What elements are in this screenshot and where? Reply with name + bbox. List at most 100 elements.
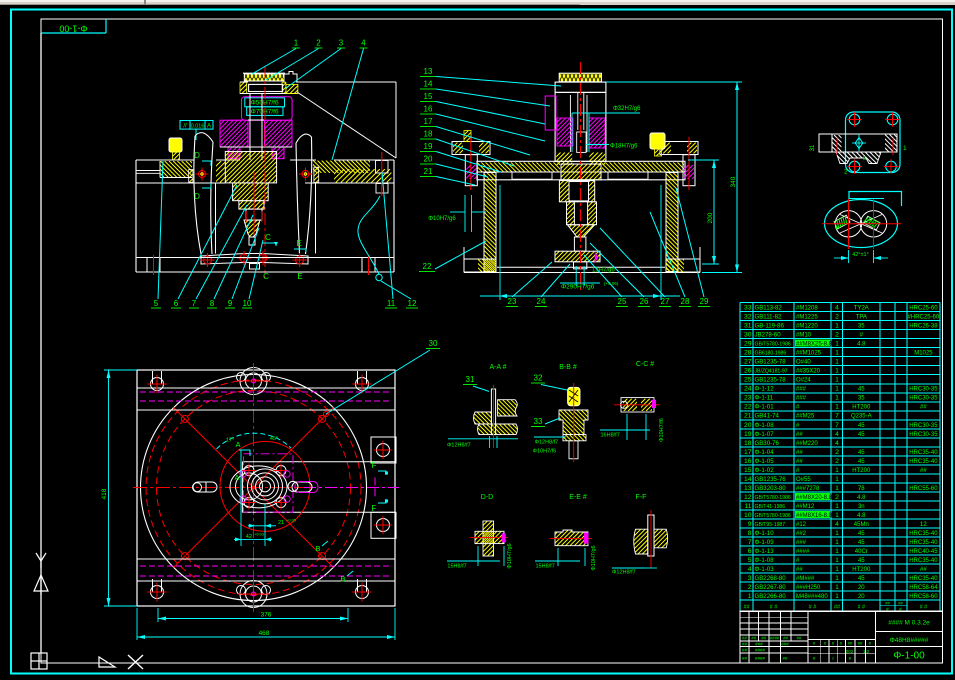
svg-text:GB3203-80: GB3203-80 (755, 485, 787, 492)
svg-text:# #: # # (770, 604, 779, 610)
svg-text:1: 1 (903, 145, 907, 152)
svg-text:16: 16 (744, 458, 752, 465)
svg-text:45: 45 (858, 558, 865, 564)
svg-text:A: A (234, 473, 239, 482)
svg-text:GB113-82: GB113-82 (755, 305, 783, 312)
svg-text:9: 9 (748, 521, 752, 528)
svg-text:1: 1 (835, 350, 839, 357)
svg-text:5: 5 (748, 557, 752, 564)
svg-text:17: 17 (744, 449, 752, 456)
svg-text:O#24: O#24 (796, 378, 811, 384)
svg-text:23: 23 (744, 395, 752, 402)
svg-text:45: 45 (858, 432, 865, 438)
svg-text:4: 4 (835, 521, 839, 528)
svg-text:C-C #: C-C # (636, 361, 654, 368)
svg-text:Φ10H7/g6: Φ10H7/g6 (507, 543, 513, 568)
svg-text:8: 8 (748, 530, 752, 537)
svg-text:418: 418 (101, 488, 108, 499)
svg-text:33: 33 (534, 417, 543, 426)
svg-text:##M8X20-8.8: ##M8X20-8.8 (796, 495, 833, 501)
svg-text:2: 2 (835, 314, 839, 321)
svg-text:Q235-A: Q235-A (851, 414, 872, 420)
svg-text:O#55: O#55 (796, 477, 811, 483)
svg-text:#### M 0.3.2e: #### M 0.3.2e (888, 620, 930, 627)
svg-text:Φ12H8/f7: Φ12H8/f7 (535, 440, 559, 446)
svg-text:##: ## (797, 635, 802, 640)
svg-text:B: B (315, 544, 320, 553)
svg-text:GB/T5780-1986: GB/T5780-1986 (755, 495, 791, 501)
svg-text:1: 1 (835, 359, 839, 366)
svg-text:###H250: ###H250 (796, 585, 821, 591)
svg-text:16: 16 (424, 105, 433, 114)
svg-text:Φ10H7/f6: Φ10H7/f6 (533, 449, 557, 455)
svg-text:11: 11 (387, 299, 396, 308)
svg-text:45°: 45° (270, 436, 278, 442)
svg-text:HRC35-40: HRC35-40 (909, 450, 938, 456)
svg-text:##: ## (742, 656, 748, 661)
svg-text:HRC26-38: HRC26-38 (909, 324, 938, 330)
svg-text:GB30-76: GB30-76 (755, 440, 780, 447)
svg-text:21: 21 (424, 167, 433, 176)
svg-text:1: 1 (748, 593, 752, 600)
svg-text:#M1220: #M1220 (796, 324, 818, 330)
svg-text:Φ-1-05: Φ-1-05 (755, 458, 775, 465)
svg-text:Φ-1-03: Φ-1-03 (755, 566, 775, 573)
svg-text:30: 30 (744, 332, 752, 339)
svg-text:##M12: ##M12 (796, 504, 815, 510)
svg-text:Φ10H7/f6: Φ10H7/f6 (659, 418, 665, 442)
svg-text:3n: 3n (858, 504, 865, 510)
svg-text:202: 202 (846, 649, 854, 654)
svg-text:##: ## (743, 604, 750, 610)
svg-text:31: 31 (466, 375, 475, 384)
svg-text:Φ-1-09: Φ-1-09 (755, 539, 775, 546)
svg-text:2: 2 (316, 39, 321, 48)
svg-text:45: 45 (858, 450, 865, 456)
svg-text:##: ## (796, 567, 803, 573)
svg-text:20: 20 (858, 585, 865, 591)
svg-text:340: 340 (730, 176, 737, 187)
svg-text:1: 1 (835, 503, 839, 510)
svg-text:# #: # # (809, 604, 818, 610)
svg-text:31: 31 (744, 323, 752, 330)
svg-text:25: 25 (618, 297, 627, 306)
svg-text:###: ### (796, 396, 807, 402)
svg-text:##: ## (742, 648, 748, 653)
svg-text:I: I (832, 656, 833, 661)
svg-text:35: 35 (858, 324, 865, 330)
svg-text:4: 4 (835, 431, 839, 438)
svg-text:##2: ##2 (796, 531, 807, 537)
svg-text:##: ## (783, 635, 788, 640)
svg-text:##: ## (761, 635, 766, 640)
svg-text:##: ## (885, 601, 890, 606)
svg-text:35: 35 (858, 396, 865, 402)
svg-text:##: ## (796, 459, 803, 465)
svg-text:17°: 17° (226, 438, 234, 444)
svg-text:Φ-1-07: Φ-1-07 (755, 431, 775, 438)
svg-text:24: 24 (744, 386, 752, 393)
svg-text:1: 1 (835, 512, 839, 519)
svg-text:1: 1 (835, 467, 839, 474)
svg-text:HT200: HT200 (852, 567, 871, 573)
svg-text:GB1235-78: GB1235-78 (755, 359, 787, 366)
svg-text:42: 42 (246, 534, 252, 540)
svg-text:12: 12 (408, 299, 417, 308)
svg-text:# #: # # (857, 604, 866, 610)
svg-text:C: C (263, 272, 269, 281)
svg-text:1: 1 (835, 557, 839, 564)
svg-text:1:2: 1:2 (863, 649, 870, 654)
svg-text:GB/T95-1987: GB/T95-1987 (755, 522, 786, 528)
svg-text:HRC35-40: HRC35-40 (909, 531, 938, 537)
svg-text:##: ## (751, 635, 756, 640)
svg-text:18: 18 (424, 130, 433, 139)
svg-text:11: 11 (744, 503, 751, 510)
svg-text:C: C (265, 233, 271, 242)
svg-text:45: 45 (858, 459, 865, 465)
svg-text:4: 4 (835, 305, 839, 312)
svg-text:Φ-1-08: Φ-1-08 (755, 557, 775, 564)
svg-text:B-B #: B-B # (559, 364, 577, 371)
svg-text:Φ-1-11: Φ-1-11 (755, 395, 774, 402)
svg-text:468: 468 (259, 630, 270, 637)
svg-text:14: 14 (744, 476, 752, 483)
svg-text:1: 1 (835, 395, 839, 402)
svg-text:##: ## (796, 450, 803, 456)
